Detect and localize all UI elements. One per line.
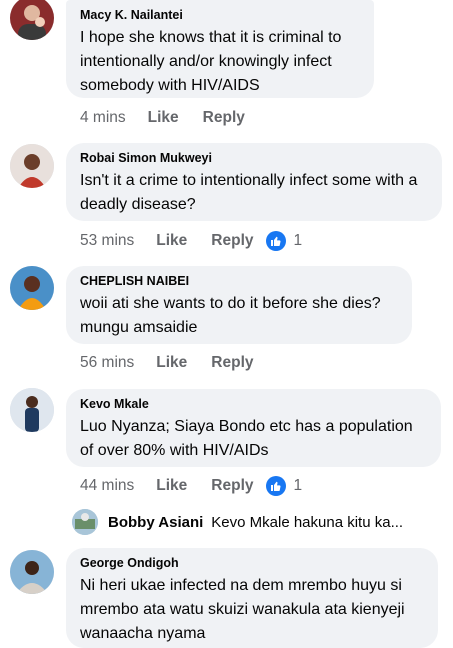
thumbs-up-icon [265,231,286,251]
comment-time[interactable]: 56 mins [80,354,134,372]
avatar[interactable] [10,550,54,594]
comment-text: I hope she knows that it is criminal to … [80,29,342,94]
comment-time[interactable]: 4 mins [80,109,126,127]
like-button[interactable]: Like [148,109,179,127]
like-button[interactable]: Like [156,477,187,495]
comment-actions: 56 mins Like Reply [80,352,278,374]
comment-author[interactable]: Robai Simon Mukweyi [80,151,428,165]
avatar[interactable] [10,144,54,188]
avatar[interactable] [10,388,54,432]
comment-bubble: Robai Simon Mukweyi Isn't it a crime to … [66,143,442,221]
comment-author[interactable]: Kevo Mkale [80,397,427,411]
comment-time[interactable]: 53 mins [80,232,134,250]
comment-author[interactable]: CHEPLISH NAIBEI [80,274,398,288]
comment-bubble: Kevo Mkale Luo Nyanza; Siaya Bondo etc h… [66,389,441,467]
reply-button[interactable]: Reply [211,354,253,372]
like-button[interactable]: Like [156,354,187,372]
reply-button[interactable]: Reply [211,477,253,495]
comment-bubble: CHEPLISH NAIBEI woii ati she wants to do… [66,266,412,344]
reply-preview[interactable]: Bobby Asiani Kevo Mkale hakuna kitu ka..… [72,506,442,538]
comment-bubble: George Ondigoh Ni heri ukae infected na … [66,548,438,648]
reaction-summary[interactable]: 1 [265,476,303,496]
comment-actions: 44 mins Like Reply 1 [80,475,302,497]
reply-text: Kevo Mkale hakuna kitu ka... [211,513,404,531]
comment-author[interactable]: George Ondigoh [80,556,424,570]
avatar[interactable] [10,0,54,40]
comment-text: woii ati she wants to do it before she d… [80,295,381,336]
comment-actions: 4 mins Like Reply [80,107,269,129]
reply-author[interactable]: Bobby Asiani [108,514,203,531]
comment-author[interactable]: Macy K. Nailantei [80,8,360,22]
like-button[interactable]: Like [156,232,187,250]
reaction-count: 1 [293,232,303,249]
comment-text: Ni heri ukae infected na dem mrembo huyu… [80,577,405,642]
comment-bubble: Macy K. Nailantei I hope she knows that … [66,0,374,98]
reply-button[interactable]: Reply [203,109,245,127]
comment-time[interactable]: 44 mins [80,477,134,495]
comment-actions: 53 mins Like Reply 1 [80,230,302,252]
avatar[interactable] [10,266,54,310]
reaction-summary[interactable]: 1 [265,231,303,251]
reaction-count: 1 [293,477,303,494]
avatar[interactable] [72,509,98,535]
comment-text: Isn't it a crime to intentionally infect… [80,172,418,213]
reply-button[interactable]: Reply [211,232,253,250]
comment-text: Luo Nyanza; Siaya Bondo etc has a popula… [80,418,413,459]
thumbs-up-icon [265,476,286,496]
